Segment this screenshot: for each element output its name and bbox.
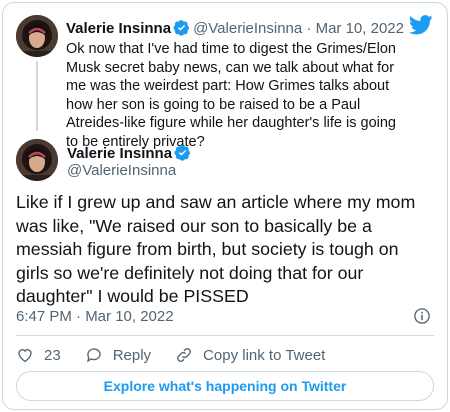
author-name[interactable]: Valerie Insinna — [67, 145, 172, 162]
author-handle[interactable]: @ValerieInsinna — [67, 162, 176, 180]
heart-icon — [18, 349, 32, 363]
like-count: 23 — [44, 346, 61, 364]
author-handle[interactable]: @ValerieInsinna — [193, 20, 302, 37]
reply-bubble-icon — [86, 348, 101, 363]
reply-button[interactable]: Reply — [85, 346, 151, 364]
tweet-date[interactable]: Mar 10, 2022 — [316, 20, 404, 37]
divider — [16, 335, 434, 336]
like-button[interactable]: 23 — [16, 346, 61, 364]
action-bar: 23 Reply Copy link to Tweet — [16, 345, 349, 365]
avatar[interactable] — [16, 139, 58, 181]
thread-connector-line — [36, 61, 38, 131]
copy-link-button[interactable]: Copy link to Tweet — [175, 346, 325, 364]
link-icon — [177, 348, 191, 362]
twitter-bird-icon[interactable] — [409, 15, 433, 35]
tweet-embed-card: Valerie Insinna @ValerieInsinna · Mar 10,… — [2, 2, 448, 410]
avatar[interactable] — [16, 15, 58, 57]
separator-dot: · — [306, 20, 312, 37]
parent-tweet-text: Ok now that I've had time to digest the … — [66, 41, 396, 150]
author-name[interactable]: Valerie Insinna — [66, 20, 171, 37]
author-name-row: Valerie Insinna — [67, 144, 194, 163]
explore-twitter-button[interactable]: Explore what's happening on Twitter — [16, 371, 434, 401]
tweet-timestamp[interactable]: 6:47 PM · Mar 10, 2022 — [16, 308, 174, 326]
reply-label: Reply — [112, 346, 152, 364]
tweet-text: Like if I grew up and saw an article whe… — [16, 192, 416, 306]
copy-link-label: Copy link to Tweet — [203, 346, 326, 364]
info-icon[interactable] — [413, 307, 431, 325]
verified-badge-icon — [174, 145, 191, 161]
parent-tweet-header: Valerie Insinna @ValerieInsinna · Mar 10,… — [66, 19, 404, 38]
verified-badge-icon — [173, 20, 190, 36]
